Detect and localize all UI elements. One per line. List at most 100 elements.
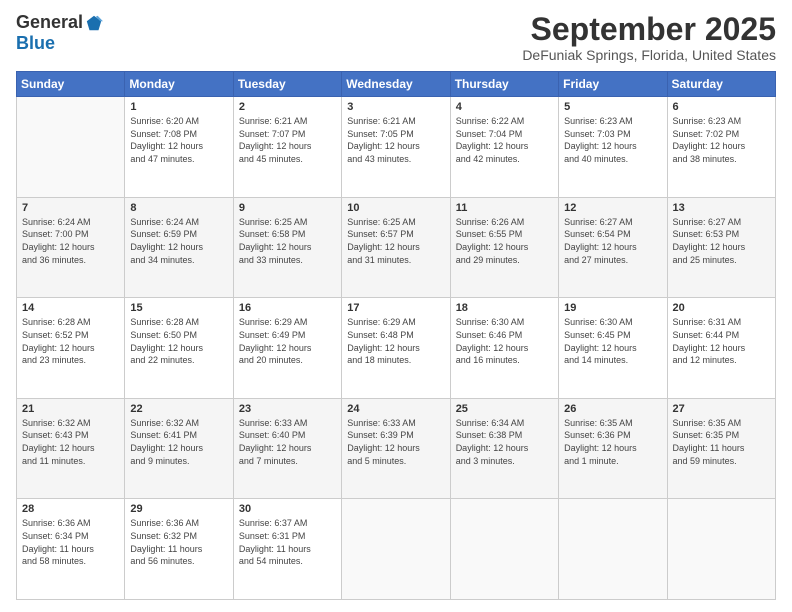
table-row: 22 Sunrise: 6:32 AM Sunset: 6:41 PM Dayli… bbox=[125, 398, 233, 499]
day-number: 6 bbox=[673, 101, 770, 113]
day-number: 7 bbox=[22, 202, 119, 214]
day-number: 24 bbox=[347, 403, 444, 415]
table-row: 13Sunrise: 6:27 AM Sunset: 6:53 PM Dayli… bbox=[667, 197, 775, 298]
day-number: 11 bbox=[456, 202, 553, 214]
location: DeFuniak Springs, Florida, United States bbox=[522, 47, 776, 63]
logo-icon bbox=[85, 14, 103, 32]
table-row: 21 Sunrise: 6:32 AM Sunset: 6:43 PM Dayli… bbox=[17, 398, 125, 499]
day-info: Sunrise: 6:31 AM Sunset: 6:44 PM Dayligh… bbox=[673, 316, 770, 366]
day-info: Sunrise: 6:29 AM Sunset: 6:49 PM Dayligh… bbox=[239, 316, 336, 366]
day-info: Sunrise: 6:33 AM Sunset: 6:39 PM Dayligh… bbox=[347, 417, 444, 467]
day-info: Sunrise: 6:35 AM Sunset: 6:35 PM Dayligh… bbox=[673, 417, 770, 467]
day-number: 27 bbox=[673, 403, 770, 415]
day-number: 17 bbox=[347, 302, 444, 314]
col-monday: Monday bbox=[125, 72, 233, 97]
day-info: Sunrise: 6:32 AM Sunset: 6:41 PM Dayligh… bbox=[130, 417, 227, 467]
day-info: Sunrise: 6:29 AM Sunset: 6:48 PM Dayligh… bbox=[347, 316, 444, 366]
day-info: Sunrise: 6:36 AM Sunset: 6:34 PM Dayligh… bbox=[22, 517, 119, 567]
table-row: 15 Sunrise: 6:28 AM Sunset: 6:50 PM Dayli… bbox=[125, 298, 233, 399]
table-row bbox=[450, 499, 558, 600]
day-info: Sunrise: 6:22 AM Sunset: 7:04 PM Dayligh… bbox=[456, 115, 553, 165]
table-row: 25Sunrise: 6:34 AM Sunset: 6:38 PM Dayli… bbox=[450, 398, 558, 499]
day-info: Sunrise: 6:24 AM Sunset: 7:00 PM Dayligh… bbox=[22, 216, 119, 266]
month-title: September 2025 bbox=[522, 12, 776, 47]
logo-blue-text: Blue bbox=[16, 33, 55, 53]
day-number: 29 bbox=[130, 503, 227, 515]
day-number: 8 bbox=[130, 202, 227, 214]
day-number: 28 bbox=[22, 503, 119, 515]
table-row bbox=[559, 499, 667, 600]
day-info: Sunrise: 6:23 AM Sunset: 7:02 PM Dayligh… bbox=[673, 115, 770, 165]
day-number: 3 bbox=[347, 101, 444, 113]
day-number: 30 bbox=[239, 503, 336, 515]
day-number: 25 bbox=[456, 403, 553, 415]
day-info: Sunrise: 6:26 AM Sunset: 6:55 PM Dayligh… bbox=[456, 216, 553, 266]
table-row: 29 Sunrise: 6:36 AM Sunset: 6:32 PM Dayli… bbox=[125, 499, 233, 600]
calendar-week-row: 21 Sunrise: 6:32 AM Sunset: 6:43 PM Dayli… bbox=[17, 398, 776, 499]
day-number: 4 bbox=[456, 101, 553, 113]
logo-general-text: General bbox=[16, 12, 83, 33]
table-row: 27 Sunrise: 6:35 AM Sunset: 6:35 PM Dayli… bbox=[667, 398, 775, 499]
table-row: 2Sunrise: 6:21 AM Sunset: 7:07 PM Daylig… bbox=[233, 97, 341, 198]
day-info: Sunrise: 6:28 AM Sunset: 6:50 PM Dayligh… bbox=[130, 316, 227, 366]
col-wednesday: Wednesday bbox=[342, 72, 450, 97]
header: General Blue September 2025 DeFuniak Spr… bbox=[16, 12, 776, 63]
day-number: 1 bbox=[130, 101, 227, 113]
calendar-week-row: 7 Sunrise: 6:24 AM Sunset: 7:00 PM Daylig… bbox=[17, 197, 776, 298]
page: General Blue September 2025 DeFuniak Spr… bbox=[0, 0, 792, 612]
day-info: Sunrise: 6:32 AM Sunset: 6:43 PM Dayligh… bbox=[22, 417, 119, 467]
table-row: 1 Sunrise: 6:20 AM Sunset: 7:08 PM Daylig… bbox=[125, 97, 233, 198]
day-number: 15 bbox=[130, 302, 227, 314]
day-info: Sunrise: 6:30 AM Sunset: 6:45 PM Dayligh… bbox=[564, 316, 661, 366]
table-row bbox=[667, 499, 775, 600]
day-info: Sunrise: 6:35 AM Sunset: 6:36 PM Dayligh… bbox=[564, 417, 661, 467]
calendar-week-row: 28 Sunrise: 6:36 AM Sunset: 6:34 PM Dayli… bbox=[17, 499, 776, 600]
col-thursday: Thursday bbox=[450, 72, 558, 97]
title-section: September 2025 DeFuniak Springs, Florida… bbox=[522, 12, 776, 63]
day-info: Sunrise: 6:25 AM Sunset: 6:58 PM Dayligh… bbox=[239, 216, 336, 266]
table-row: 18Sunrise: 6:30 AM Sunset: 6:46 PM Dayli… bbox=[450, 298, 558, 399]
day-info: Sunrise: 6:20 AM Sunset: 7:08 PM Dayligh… bbox=[130, 115, 227, 165]
col-sunday: Sunday bbox=[17, 72, 125, 97]
day-number: 23 bbox=[239, 403, 336, 415]
col-tuesday: Tuesday bbox=[233, 72, 341, 97]
day-info: Sunrise: 6:21 AM Sunset: 7:05 PM Dayligh… bbox=[347, 115, 444, 165]
table-row: 19 Sunrise: 6:30 AM Sunset: 6:45 PM Dayli… bbox=[559, 298, 667, 399]
day-number: 20 bbox=[673, 302, 770, 314]
day-number: 9 bbox=[239, 202, 336, 214]
day-number: 26 bbox=[564, 403, 661, 415]
day-number: 12 bbox=[564, 202, 661, 214]
calendar-week-row: 1 Sunrise: 6:20 AM Sunset: 7:08 PM Daylig… bbox=[17, 97, 776, 198]
logo: General Blue bbox=[16, 12, 103, 54]
calendar-header-row: Sunday Monday Tuesday Wednesday Thursday… bbox=[17, 72, 776, 97]
table-row: 12 Sunrise: 6:27 AM Sunset: 6:54 PM Dayli… bbox=[559, 197, 667, 298]
day-number: 19 bbox=[564, 302, 661, 314]
table-row: 3 Sunrise: 6:21 AM Sunset: 7:05 PM Daylig… bbox=[342, 97, 450, 198]
table-row: 17 Sunrise: 6:29 AM Sunset: 6:48 PM Dayli… bbox=[342, 298, 450, 399]
day-info: Sunrise: 6:24 AM Sunset: 6:59 PM Dayligh… bbox=[130, 216, 227, 266]
day-number: 5 bbox=[564, 101, 661, 113]
table-row: 10Sunrise: 6:25 AM Sunset: 6:57 PM Dayli… bbox=[342, 197, 450, 298]
table-row: 24 Sunrise: 6:33 AM Sunset: 6:39 PM Dayli… bbox=[342, 398, 450, 499]
day-number: 10 bbox=[347, 202, 444, 214]
table-row: 11 Sunrise: 6:26 AM Sunset: 6:55 PM Dayli… bbox=[450, 197, 558, 298]
table-row: 6 Sunrise: 6:23 AM Sunset: 7:02 PM Daylig… bbox=[667, 97, 775, 198]
day-info: Sunrise: 6:27 AM Sunset: 6:54 PM Dayligh… bbox=[564, 216, 661, 266]
day-info: Sunrise: 6:36 AM Sunset: 6:32 PM Dayligh… bbox=[130, 517, 227, 567]
day-number: 14 bbox=[22, 302, 119, 314]
day-number: 21 bbox=[22, 403, 119, 415]
table-row: 5 Sunrise: 6:23 AM Sunset: 7:03 PM Daylig… bbox=[559, 97, 667, 198]
day-info: Sunrise: 6:23 AM Sunset: 7:03 PM Dayligh… bbox=[564, 115, 661, 165]
day-number: 22 bbox=[130, 403, 227, 415]
table-row: 20 Sunrise: 6:31 AM Sunset: 6:44 PM Dayli… bbox=[667, 298, 775, 399]
table-row bbox=[17, 97, 125, 198]
table-row: 14Sunrise: 6:28 AM Sunset: 6:52 PM Dayli… bbox=[17, 298, 125, 399]
day-info: Sunrise: 6:27 AM Sunset: 6:53 PM Dayligh… bbox=[673, 216, 770, 266]
table-row: 16Sunrise: 6:29 AM Sunset: 6:49 PM Dayli… bbox=[233, 298, 341, 399]
table-row: 30Sunrise: 6:37 AM Sunset: 6:31 PM Dayli… bbox=[233, 499, 341, 600]
calendar-table: Sunday Monday Tuesday Wednesday Thursday… bbox=[16, 71, 776, 600]
table-row: 26 Sunrise: 6:35 AM Sunset: 6:36 PM Dayli… bbox=[559, 398, 667, 499]
table-row bbox=[342, 499, 450, 600]
table-row: 8 Sunrise: 6:24 AM Sunset: 6:59 PM Daylig… bbox=[125, 197, 233, 298]
day-number: 18 bbox=[456, 302, 553, 314]
